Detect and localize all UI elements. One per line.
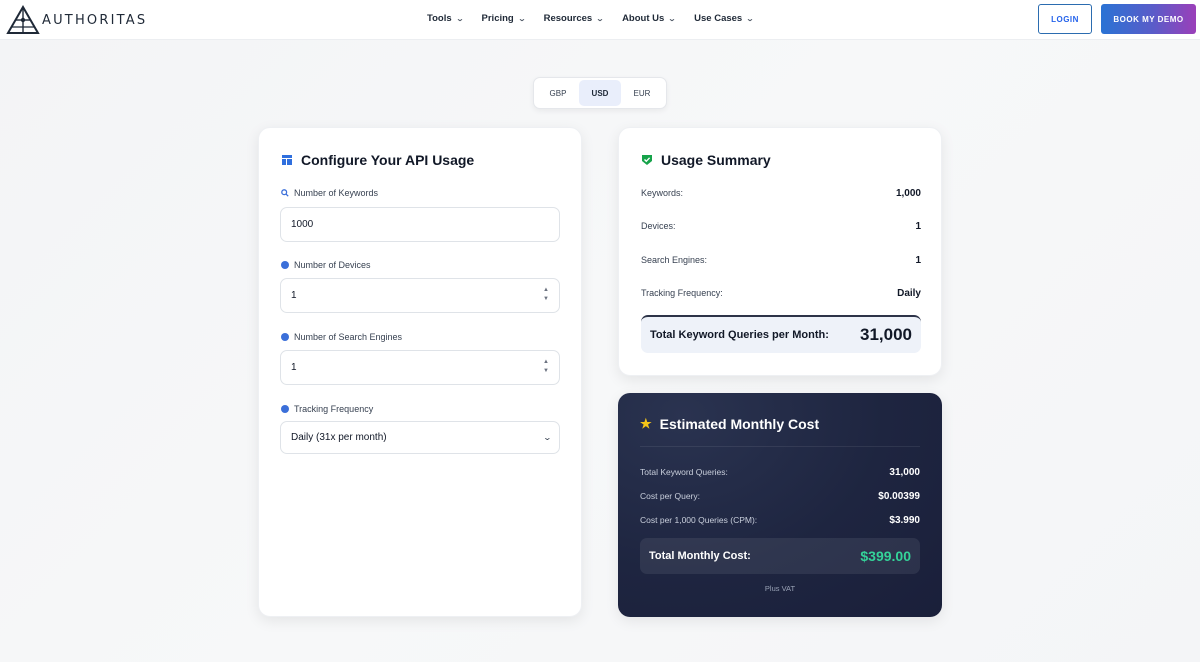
keywords-value: 1000 <box>291 219 314 230</box>
total-queries-box: Total Keyword Queries per Month: 31,000 <box>641 315 921 353</box>
cost-label: Total Keyword Queries: <box>640 467 728 477</box>
summary-value: 1 <box>915 255 921 266</box>
total-monthly-cost-value: $399.00 <box>860 548 911 564</box>
summary-row-devices: Devices: 1 <box>641 221 921 232</box>
keywords-input[interactable]: 1000 <box>280 207 560 242</box>
device-icon <box>281 261 289 269</box>
currency-usd-button[interactable]: USD <box>579 80 621 106</box>
chevron-down-icon: ⌄ <box>746 15 755 23</box>
devices-stepper[interactable]: ▲ ▼ <box>543 286 549 304</box>
stepper-up-icon[interactable]: ▲ <box>543 286 549 295</box>
cost-row-total-queries: Total Keyword Queries: 31,000 <box>640 467 920 478</box>
devices-value: 1 <box>291 290 297 301</box>
cost-value: $0.00399 <box>878 491 920 502</box>
chevron-down-icon: ⌄ <box>596 15 605 23</box>
chevron-down-icon: ⌄ <box>668 15 677 23</box>
layout-icon <box>282 155 292 165</box>
summary-label: Keywords: <box>641 188 684 198</box>
total-monthly-cost-box: Total Monthly Cost: $399.00 <box>640 538 920 574</box>
currency-toggle: GBP USD EUR <box>533 77 667 109</box>
stepper-down-icon[interactable]: ▼ <box>543 367 549 376</box>
chevron-down-icon: ⌄ <box>517 15 526 23</box>
cost-title-text: Estimated Monthly Cost <box>659 416 820 432</box>
engines-label-text: Number of Search Engines <box>294 332 403 342</box>
devices-input[interactable]: 1 ▲ ▼ <box>280 278 560 313</box>
frequency-label-text: Tracking Frequency <box>294 404 374 414</box>
cost-row-cpm: Cost per 1,000 Queries (CPM): $3.990 <box>640 515 920 526</box>
logo-text: AUTHORITAS <box>42 12 148 28</box>
clock-icon <box>281 405 289 413</box>
site-header: AUTHORITAS Tools ⌄ Pricing ⌄ Resources ⌄… <box>0 0 1200 40</box>
cost-label: Cost per Query: <box>640 491 700 501</box>
summary-value: 1,000 <box>895 188 921 199</box>
configure-title-text: Configure Your API Usage <box>301 152 475 168</box>
cost-value: 31,000 <box>889 467 920 478</box>
currency-eur-button[interactable]: EUR <box>621 80 663 106</box>
cost-row-per-query: Cost per Query: $0.00399 <box>640 491 920 502</box>
engines-label: Number of Search Engines <box>281 332 402 342</box>
nav-about-us[interactable]: About Us ⌄ <box>622 13 677 24</box>
nav-tools[interactable]: Tools ⌄ <box>427 13 464 24</box>
configure-card: Configure Your API Usage Number of Keywo… <box>258 127 582 617</box>
engines-input[interactable]: 1 ▲ ▼ <box>280 350 560 385</box>
currency-gbp-button[interactable]: GBP <box>537 80 579 106</box>
usage-summary-card: Usage Summary Keywords: 1,000 Devices: 1… <box>618 127 942 376</box>
main-nav: Tools ⌄ Pricing ⌄ Resources ⌄ About Us ⌄… <box>427 13 772 24</box>
nav-pricing[interactable]: Pricing ⌄ <box>481 13 526 24</box>
nav-label: Tools <box>427 13 452 24</box>
login-button[interactable]: LOGIN <box>1038 4 1092 34</box>
cost-title: ★ Estimated Monthly Cost <box>640 416 819 432</box>
summary-label: Search Engines: <box>641 255 708 265</box>
cost-label: Cost per 1,000 Queries (CPM): <box>640 515 758 525</box>
stepper-up-icon[interactable]: ▲ <box>543 358 549 367</box>
nav-resources[interactable]: Resources ⌄ <box>543 13 605 24</box>
summary-row-keywords: Keywords: 1,000 <box>641 188 921 199</box>
nav-label: About Us <box>622 13 665 24</box>
nav-label: Pricing <box>481 13 514 24</box>
summary-value: Daily <box>897 288 921 299</box>
total-monthly-cost-label: Total Monthly Cost: <box>649 550 751 562</box>
summary-row-engines: Search Engines: 1 <box>641 255 921 266</box>
chevron-down-icon: ⌄ <box>542 433 553 442</box>
nav-use-cases[interactable]: Use Cases ⌄ <box>694 13 755 24</box>
devices-label: Number of Devices <box>281 260 371 270</box>
frequency-label: Tracking Frequency <box>281 404 373 414</box>
summary-label: Devices: <box>641 221 676 231</box>
summary-value: 1 <box>915 221 921 232</box>
summary-row-frequency: Tracking Frequency: Daily <box>641 288 921 299</box>
engines-stepper[interactable]: ▲ ▼ <box>543 358 549 376</box>
nav-label: Use Cases <box>694 13 743 24</box>
nav-label: Resources <box>543 13 593 24</box>
frequency-select[interactable]: Daily (31x per month) ⌄ <box>280 421 560 454</box>
check-shield-icon <box>642 155 652 165</box>
book-demo-button[interactable]: BOOK MY DEMO <box>1101 4 1196 34</box>
estimated-cost-card: ★ Estimated Monthly Cost Total Keyword Q… <box>618 393 942 617</box>
logo[interactable]: AUTHORITAS <box>6 4 147 36</box>
stepper-down-icon[interactable]: ▼ <box>543 295 549 304</box>
keywords-label: Number of Keywords <box>281 188 378 198</box>
divider <box>640 446 920 447</box>
summary-title-text: Usage Summary <box>661 152 771 168</box>
configure-title: Configure Your API Usage <box>281 152 474 168</box>
cost-value: $3.990 <box>889 515 920 526</box>
frequency-value: Daily (31x per month) <box>291 432 387 443</box>
globe-icon <box>281 333 289 341</box>
search-icon <box>281 189 289 197</box>
keywords-label-text: Number of Keywords <box>294 188 379 198</box>
total-queries-value: 31,000 <box>860 325 912 344</box>
star-icon: ★ <box>640 416 652 431</box>
summary-label: Tracking Frequency: <box>641 288 723 298</box>
engines-value: 1 <box>291 362 297 373</box>
devices-label-text: Number of Devices <box>294 260 371 270</box>
vat-note: Plus VAT <box>764 584 796 593</box>
authoritas-logo-icon <box>6 4 40 34</box>
summary-title: Usage Summary <box>641 152 771 168</box>
total-queries-label: Total Keyword Queries per Month: <box>650 329 829 341</box>
chevron-down-icon: ⌄ <box>455 15 464 23</box>
